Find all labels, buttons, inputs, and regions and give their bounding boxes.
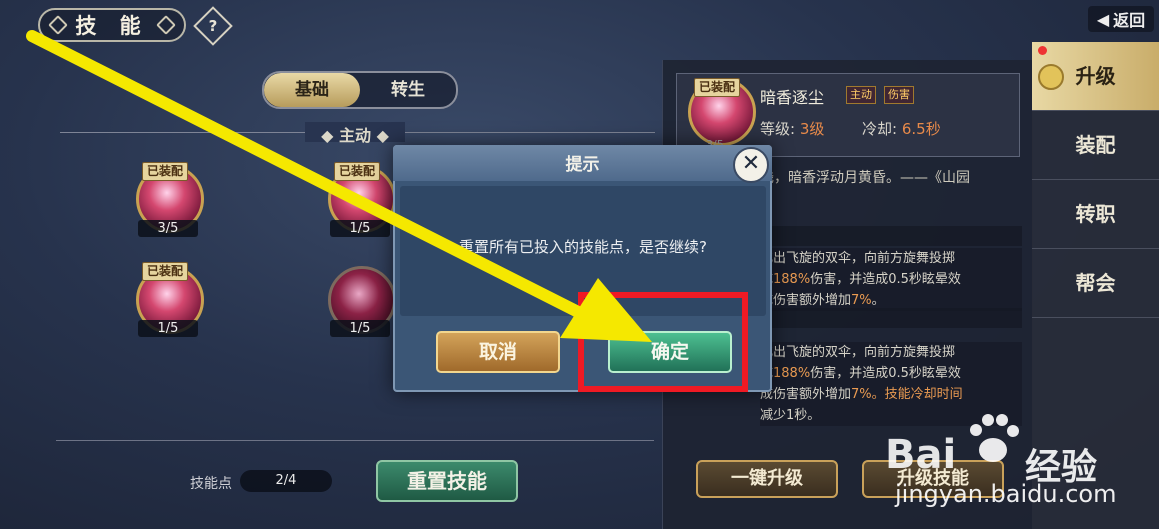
watermark-brand: Bai [885,432,957,478]
paw-logo-icon [970,414,1019,462]
arrow-shaft [26,30,596,324]
watermark-url: jingyan.baidu.com [895,480,1117,508]
